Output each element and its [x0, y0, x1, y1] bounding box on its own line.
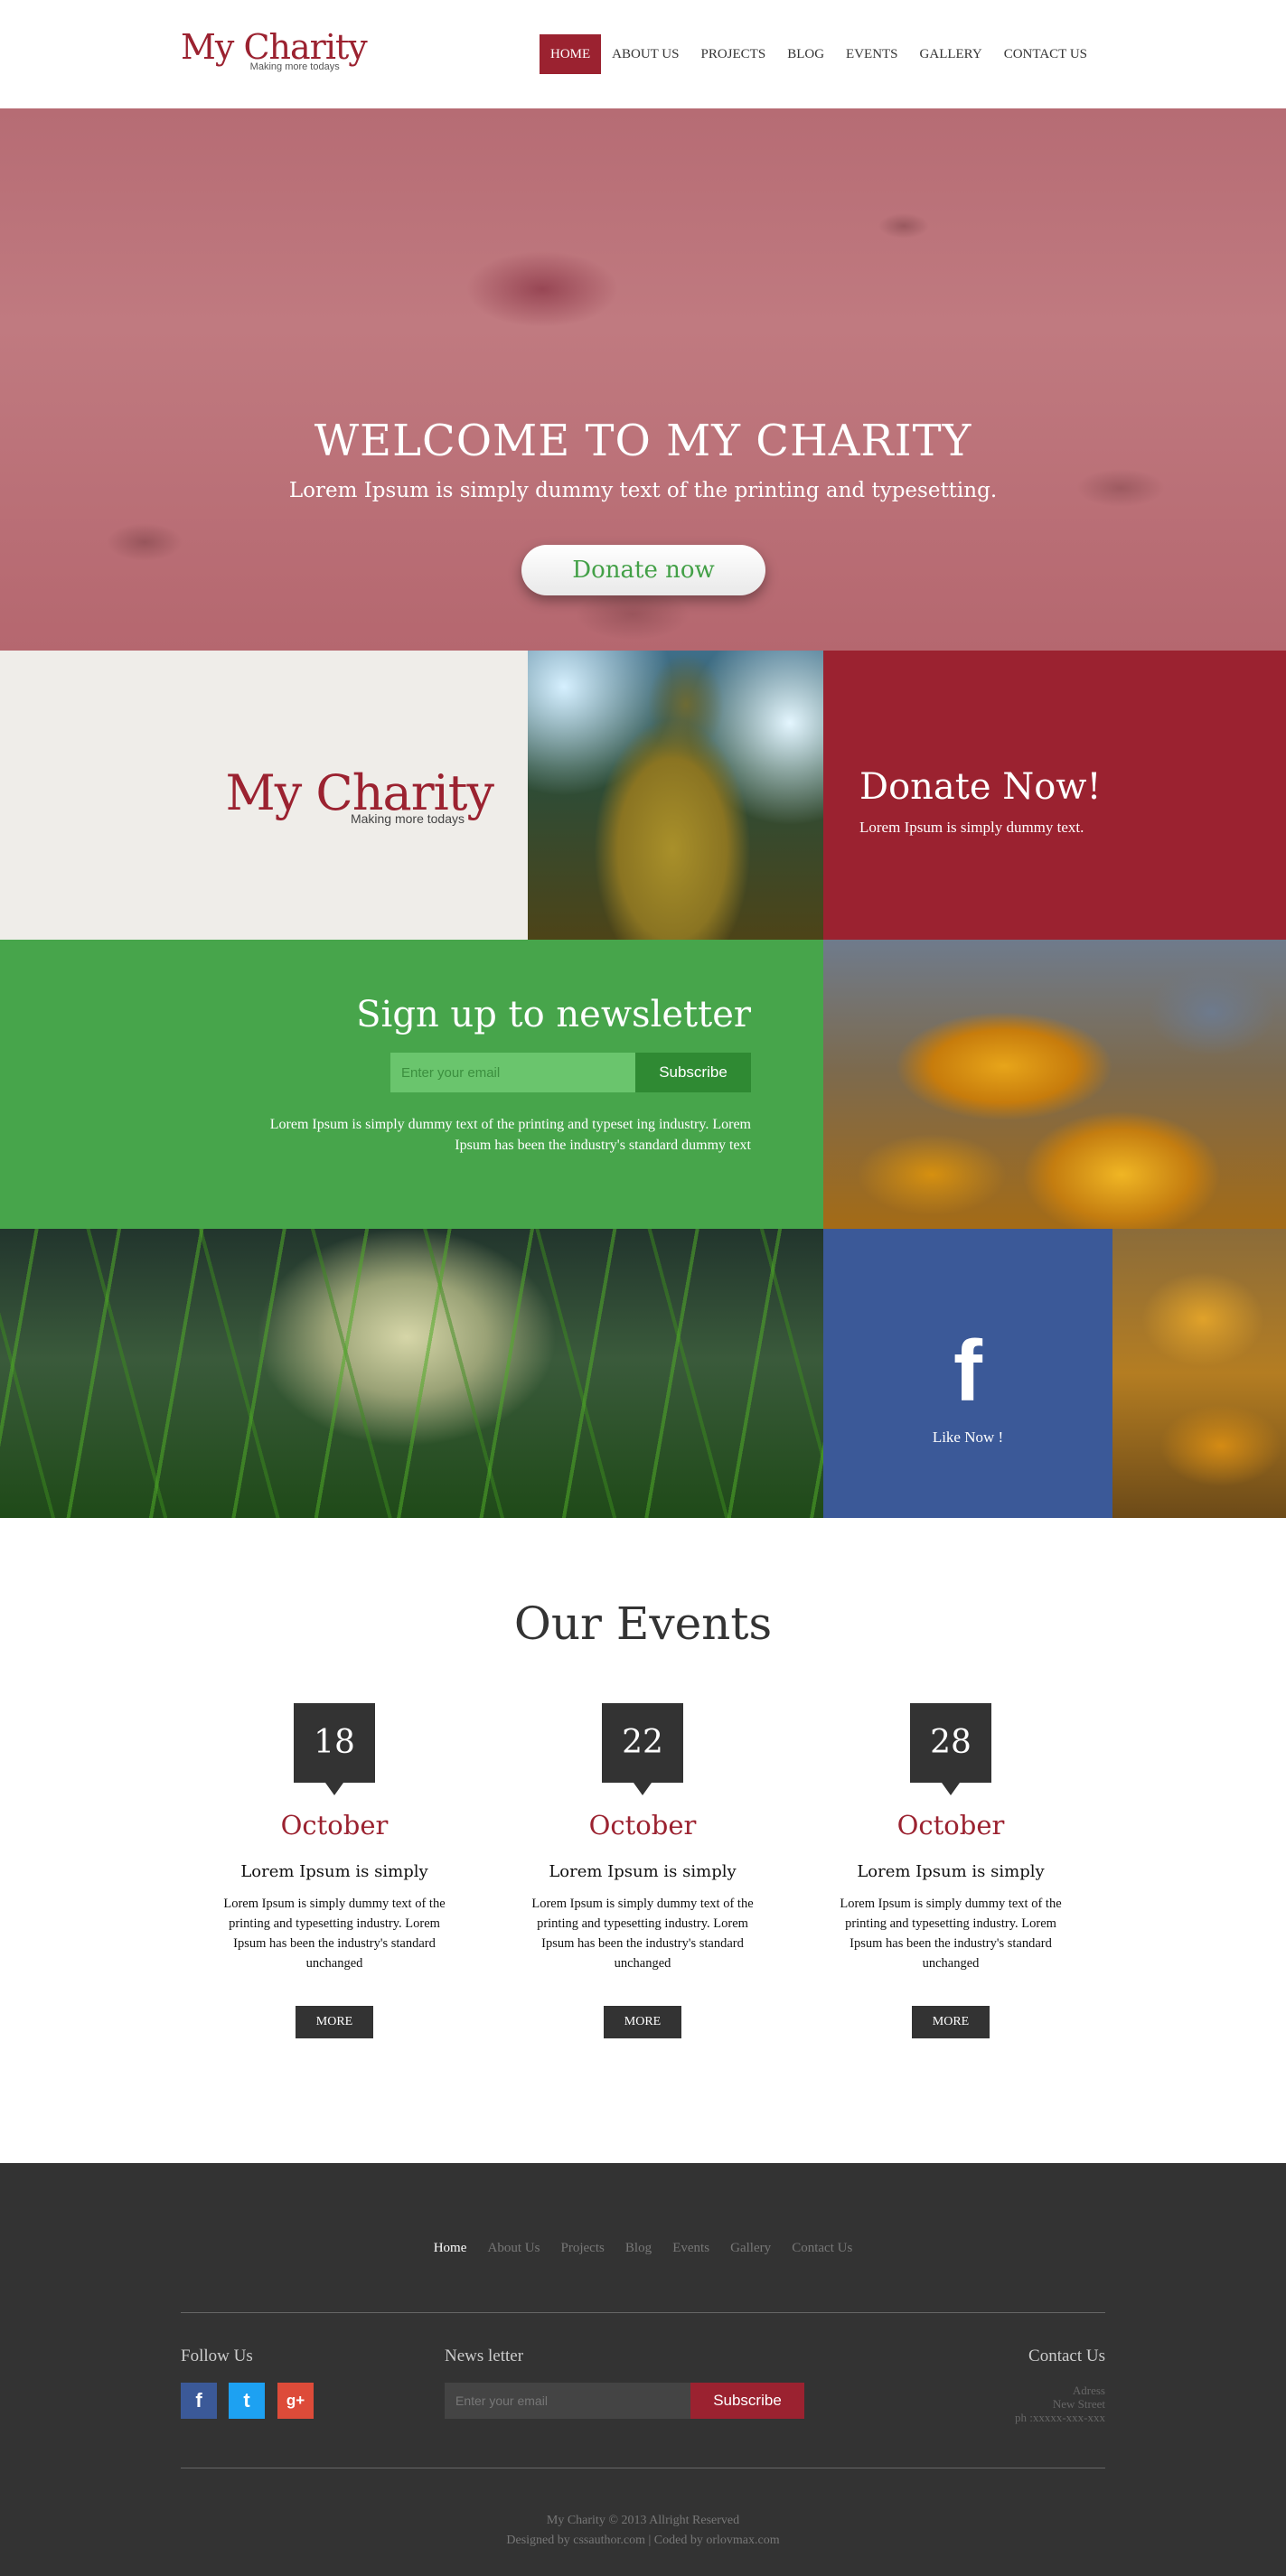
credits-text: Designed by cssauthor.com | Coded by orl…: [506, 2534, 780, 2547]
contact-phone: ph :xxxxx-xxx-xxx: [1014, 2411, 1105, 2424]
site-logo[interactable]: My Charity Making more todays: [181, 27, 368, 72]
footer-nav-contact-us[interactable]: Contact Us: [792, 2241, 852, 2255]
footer-nav-about-us[interactable]: About Us: [487, 2241, 540, 2255]
newsletter-text: Lorem Ipsum is simply dummy text of the …: [269, 1117, 751, 1153]
hero-subtitle: Lorem Ipsum is simply dummy text of the …: [288, 479, 998, 502]
nav-contact-us[interactable]: CONTACT US: [993, 34, 1098, 74]
nav-events[interactable]: EVENTS: [835, 34, 909, 74]
event-date-badge: 22: [602, 1703, 683, 1795]
hero-banner: WELCOME TO MY CHARITY Lorem Ipsum is sim…: [0, 108, 1286, 651]
event-date-badge: 28: [910, 1703, 991, 1795]
footer-nav-blog[interactable]: Blog: [625, 2241, 652, 2255]
footer-nav-projects[interactable]: Projects: [561, 2241, 605, 2255]
newsletter-subscribe-button[interactable]: Subscribe: [635, 1053, 751, 1092]
footer-contact-title: Contact Us: [1028, 2347, 1105, 2365]
nav-blog[interactable]: BLOG: [776, 34, 835, 74]
grass-photo: [0, 1229, 823, 1518]
tree-photo: [528, 651, 823, 940]
feature-tiles: My Charity Making more todays Donate Now…: [0, 651, 1286, 1518]
donate-tile-title: Donate Now!: [859, 766, 1102, 808]
footer-nav-events[interactable]: Events: [672, 2241, 709, 2255]
footer-divider: [181, 2312, 1105, 2313]
event-month: October: [896, 1810, 1005, 1841]
events-section: Our Events 18 October Lorem Ipsum is sim…: [0, 1518, 1286, 2163]
events-title: Our Events: [513, 1597, 773, 1650]
event-text: Lorem Ipsum is simply dummy text of the …: [840, 1897, 1062, 1971]
hero-title: WELCOME TO MY CHARITY: [314, 416, 972, 466]
twitter-icon[interactable]: t: [229, 2383, 265, 2419]
event-card: 22 October Lorem Ipsum is simply Lorem I…: [525, 1703, 760, 2038]
footer-nav: Home About Us Projects Blog Events Galle…: [0, 2238, 1286, 2256]
event-month: October: [588, 1810, 697, 1841]
nav-projects[interactable]: PROJECTS: [690, 34, 776, 74]
event-text: Lorem Ipsum is simply dummy text of the …: [531, 1897, 754, 1971]
newsletter-email-input[interactable]: [390, 1053, 635, 1092]
event-card: 18 October Lorem Ipsum is simply Lorem I…: [217, 1703, 452, 2038]
facebook-like-tile[interactable]: f Like Now !: [823, 1229, 1112, 1518]
contact-address: Adress: [1072, 2384, 1105, 2397]
footer-nav-home[interactable]: Home: [434, 2241, 467, 2255]
footer-contact-details: Adress New Street ph :xxxxx-xxx-xxx: [1015, 2384, 1105, 2424]
newsletter-tile: Sign up to newsletter Subscribe Lorem Ip…: [0, 940, 823, 1229]
google-plus-icon[interactable]: g+: [277, 2383, 314, 2419]
nav-about-us[interactable]: ABOUT US: [601, 34, 690, 74]
copyright-text: My Charity © 2013 Allright Reserved: [546, 2514, 740, 2527]
main-nav: HOME ABOUT US PROJECTS BLOG EVENTS GALLE…: [539, 34, 1098, 74]
facebook-icon: f: [953, 1323, 982, 1419]
leaves-photo: [823, 940, 1286, 1229]
event-month: October: [280, 1810, 389, 1841]
logo-tile: My Charity Making more todays: [0, 651, 528, 940]
event-text: Lorem Ipsum is simply dummy text of the …: [223, 1897, 446, 1971]
site-header: My Charity Making more todays HOME ABOUT…: [0, 0, 1286, 108]
contact-street: New Street: [1052, 2397, 1105, 2411]
footer-email-input[interactable]: [445, 2383, 690, 2419]
nav-gallery[interactable]: GALLERY: [909, 34, 993, 74]
nav-home[interactable]: HOME: [539, 34, 602, 74]
tile-logo-tagline: Making more todays: [350, 811, 465, 826]
event-heading: Lorem Ipsum is simply: [857, 1862, 1045, 1881]
donate-tile-text: Lorem Ipsum is simply dummy text.: [859, 819, 1084, 836]
donate-tile[interactable]: Donate Now! Lorem Ipsum is simply dummy …: [823, 651, 1286, 940]
site-footer: Home About Us Projects Blog Events Galle…: [0, 2163, 1286, 2576]
footer-nav-gallery[interactable]: Gallery: [730, 2241, 771, 2255]
event-more-button[interactable]: MORE: [296, 2006, 373, 2038]
follow-us-title: Follow Us: [181, 2347, 253, 2365]
donate-now-button[interactable]: Donate now: [521, 545, 765, 595]
event-more-button[interactable]: MORE: [912, 2006, 990, 2038]
event-date-badge: 18: [294, 1703, 375, 1795]
event-heading: Lorem Ipsum is simply: [240, 1862, 428, 1881]
footer-subscribe-button[interactable]: Subscribe: [690, 2383, 804, 2419]
leaves-photo-small: [1112, 1229, 1286, 1518]
event-more-button[interactable]: MORE: [604, 2006, 681, 2038]
event-card: 28 October Lorem Ipsum is simply Lorem I…: [833, 1703, 1068, 2038]
facebook-icon[interactable]: f: [181, 2383, 217, 2419]
footer-copyright: My Charity © 2013 Allright Reserved Desi…: [0, 2511, 1286, 2551]
footer-newsletter-title: News letter: [445, 2347, 524, 2365]
newsletter-title: Sign up to newsletter: [356, 994, 751, 1035]
event-heading: Lorem Ipsum is simply: [549, 1862, 737, 1881]
logo-tagline: Making more todays: [249, 61, 340, 72]
facebook-like-label: Like Now !: [932, 1429, 1004, 1446]
